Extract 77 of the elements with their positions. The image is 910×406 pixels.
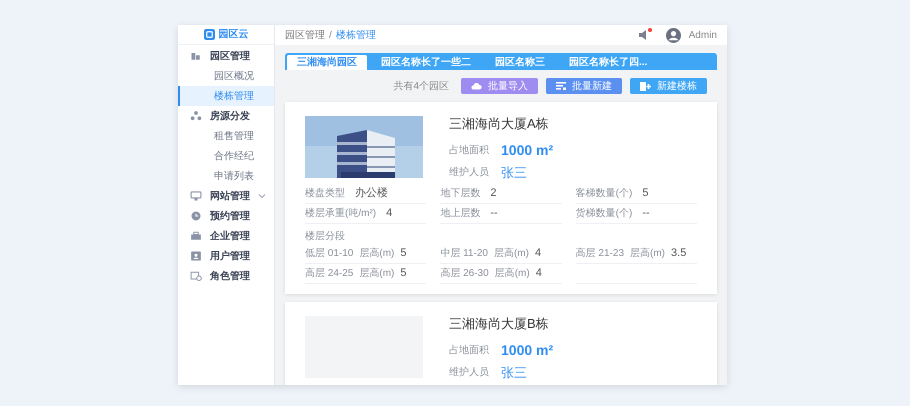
cloud-icon — [471, 82, 482, 90]
submenu-item[interactable]: 合作经纪 — [178, 146, 274, 166]
keeper-value: 张三 — [501, 364, 527, 382]
field-value: 办公楼 — [355, 186, 388, 202]
add-document-icon — [640, 82, 651, 90]
breadcrumb-link[interactable]: 楼栋管理 — [336, 28, 376, 42]
breadcrumb-link[interactable]: 园区管理 — [285, 28, 325, 42]
segment-range: 低层 01-10 — [305, 247, 354, 261]
briefcase-icon — [190, 230, 202, 242]
segment-value: 3.5 — [671, 246, 686, 262]
field-label: 地上层数 — [440, 206, 480, 221]
menu-item[interactable]: 企业管理 — [178, 226, 274, 246]
user-name[interactable]: Admin — [688, 28, 717, 42]
notification-button[interactable] — [638, 30, 650, 40]
tab[interactable]: 三湘海尚园区 — [287, 55, 367, 70]
area-value: 1000 m² — [501, 340, 554, 360]
avatar-icon — [666, 28, 681, 42]
segment-range: 中层 11-20 — [440, 246, 488, 261]
field-label: 客梯数量(个) — [576, 186, 632, 201]
tab[interactable]: 园区名称长了四... — [559, 55, 658, 70]
segment-value: 4 — [536, 266, 542, 282]
clock-icon — [190, 210, 202, 222]
keeper-label: 维护人员 — [449, 366, 489, 380]
field-label: 地下层数 — [440, 186, 480, 201]
logo-icon — [204, 29, 214, 40]
area-value: 1000 m² — [501, 140, 554, 160]
tab[interactable]: 园区名称长了一些二 — [371, 55, 481, 70]
field-label: 楼层承重(吨/m²) — [305, 206, 376, 221]
keeper-value: 张三 — [501, 164, 527, 182]
toolbar-button[interactable]: 批量导入 — [461, 78, 538, 94]
field-value: -- — [490, 206, 498, 222]
monitor-icon — [190, 190, 202, 202]
id-card-icon — [190, 250, 202, 262]
breadcrumb-separator: / — [329, 28, 332, 42]
submenu-item[interactable]: 租售管理 — [178, 126, 274, 146]
card-icon — [190, 270, 202, 282]
submenu-item[interactable]: 园区概况 — [178, 66, 274, 86]
building-title: 三湘海尚大厦A栋 — [449, 115, 550, 133]
area-label: 占地面积 — [449, 144, 489, 158]
segment-label: 层高(m) — [630, 246, 666, 261]
segment-range: 高层 26-30 — [440, 266, 489, 281]
segment-range: 高层 24-25 — [305, 266, 354, 281]
field-value: 2 — [490, 186, 496, 202]
field-label: 楼盘类型 — [305, 186, 345, 201]
field-value: 4 — [386, 206, 392, 222]
buildings-icon — [190, 50, 202, 62]
menu-item[interactable]: 预约管理 — [178, 206, 274, 226]
toolbar-button[interactable]: 批量新建 — [546, 78, 622, 94]
building-title: 三湘海尚大厦B栋 — [449, 315, 550, 333]
logo-text: 园区云 — [218, 28, 248, 42]
keeper-label: 维护人员 — [449, 166, 489, 180]
list-icon — [556, 82, 566, 90]
segment-value: 5 — [400, 246, 406, 262]
submenu-item[interactable]: 楼栋管理 — [178, 86, 274, 106]
segments-label: 楼层分段 — [305, 230, 346, 244]
segment-value: 5 — [400, 266, 406, 282]
segment-value: 4 — [534, 246, 542, 262]
segment-label: 层高(m) — [359, 266, 394, 281]
chevron-down-icon — [258, 192, 266, 200]
field-value: 5 — [642, 186, 648, 202]
menu-item[interactable]: 网站管理 — [178, 186, 274, 206]
menu-item[interactable]: 用户管理 — [178, 246, 274, 266]
nodes-icon — [190, 110, 202, 122]
menu-item[interactable]: 角色管理 — [178, 266, 274, 286]
segment-range: 高层 21-23 — [576, 246, 624, 261]
segment-label: 层高(m) — [494, 266, 530, 281]
toolbar-button[interactable]: 新建楼栋 — [630, 78, 707, 94]
area-label: 占地面积 — [449, 344, 489, 358]
tab[interactable]: 园区名称三 — [485, 55, 555, 70]
park-count: 共有4个园区 — [393, 80, 449, 94]
menu-item[interactable]: 房源分发 — [178, 106, 274, 126]
field-value: -- — [642, 206, 650, 222]
menu-item[interactable]: 园区管理 — [178, 46, 274, 66]
segment-label: 层高(m) — [494, 246, 529, 261]
segment-label: 层高(m) — [359, 246, 394, 261]
submenu-item[interactable]: 申请列表 — [178, 166, 274, 186]
field-label: 货梯数量(个) — [576, 206, 632, 221]
